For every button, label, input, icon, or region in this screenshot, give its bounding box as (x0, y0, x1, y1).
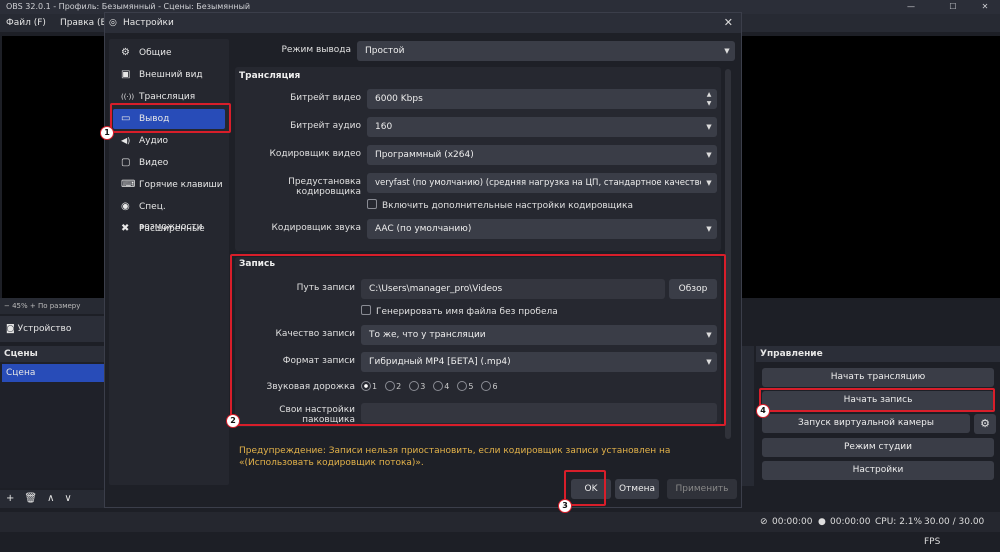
chevron-down-icon: ▼ (706, 123, 712, 131)
close-icon[interactable]: ✕ (724, 13, 733, 33)
cpu-usage: CPU: 2.1% (875, 517, 923, 527)
stream-group-title: Трансляция (239, 71, 301, 81)
checkbox-box[interactable] (367, 199, 377, 209)
menu-edit[interactable]: Правка (E) (60, 18, 110, 28)
settings-button[interactable]: Настройки (762, 461, 994, 480)
virtual-camera-button[interactable]: Запуск виртуальной камеры (762, 414, 970, 433)
gear-icon: ⚙ (121, 47, 130, 58)
speaker-icon: ◀) (121, 136, 131, 145)
stream-status-icon: ⊘ (760, 517, 768, 527)
dialog-titlebar: ◎ Настройки ✕ (105, 13, 741, 33)
scene-item[interactable]: Сцена (2, 364, 104, 382)
sidebar-item-accessibility[interactable]: ◉ Спец. возможности (113, 197, 225, 232)
zoom-bar[interactable]: − 45% + По размеру (0, 298, 110, 314)
camera-icon: ◙ (6, 324, 18, 334)
mixer-scrollbar[interactable] (740, 346, 754, 486)
sidebar-item-hotkeys[interactable]: ⌨ Горячие клавиши (113, 175, 225, 195)
encoder-preset-label: Предустановка кодировщика (288, 177, 361, 197)
appearance-icon: ▣ (121, 69, 131, 80)
apply-button[interactable]: Применить (667, 479, 737, 499)
step-marker-1: 1 (100, 126, 114, 140)
output-mode-select[interactable]: Простой ▼ (357, 41, 735, 61)
chevron-down-icon: ▼ (701, 173, 717, 193)
encoder-preset-select[interactable]: veryfast (по умолчанию) (средняя нагрузк… (367, 173, 717, 193)
step-marker-4: 4 (756, 404, 770, 418)
obs-logo-icon: ◎ (109, 18, 117, 28)
audio-bitrate-label: Битрейт аудио (290, 121, 361, 131)
sidebar-item-advanced[interactable]: ✖ Расширенные (113, 219, 225, 239)
video-bitrate-spinbox[interactable]: 6000 Kbps ▲ ▼ (367, 89, 717, 109)
warning-text: Предупреждение: Записи нельзя приостанов… (239, 446, 671, 468)
sidebar-item-audio[interactable]: ◀) Аудио (113, 131, 225, 151)
rec-time: 00:00:00 (830, 517, 871, 527)
video-bitrate-label: Битрейт видео (290, 93, 361, 103)
minimize-icon[interactable]: — (898, 0, 924, 14)
highlight-start-record (759, 388, 995, 412)
chevron-down-icon: ▼ (724, 47, 730, 55)
fps-readout: 30.00 / 30.00 FPS (924, 517, 985, 547)
spin-arrows-icon[interactable]: ▲ ▼ (701, 89, 717, 109)
highlight-output (110, 103, 231, 133)
scenes-title: Сцены (0, 346, 106, 362)
audio-encoder-select[interactable]: AAC (по умолчанию) ▼ (367, 219, 717, 239)
chevron-up-icon[interactable]: ∧ (47, 493, 54, 504)
advanced-encoder-checkbox[interactable]: Включить дополнительные настройки кодиро… (367, 199, 633, 211)
accessibility-icon: ◉ (121, 201, 130, 212)
studio-mode-button[interactable]: Режим студии (762, 438, 994, 457)
start-stream-button[interactable]: Начать трансляцию (762, 368, 994, 387)
monitor-icon: ▢ (121, 157, 131, 168)
step-marker-3: 3 (558, 499, 572, 513)
close-icon[interactable]: ✕ (972, 0, 998, 14)
trash-icon[interactable]: 🗑 (24, 493, 37, 504)
audio-encoder-label: Кодировщик звука (271, 223, 361, 233)
sidebar-item-general[interactable]: ⚙ Общие (113, 43, 225, 63)
gear-icon[interactable]: ⚙ (974, 414, 996, 434)
scenes-toolbar: + 🗑 ∧ ∨ (0, 490, 106, 508)
output-mode-label: Режим вывода (281, 45, 351, 55)
source-bar[interactable]: ◙ Устройство захвата (0, 316, 106, 360)
maximize-icon[interactable]: ☐ (940, 0, 966, 14)
chevron-down-icon[interactable]: ∨ (64, 493, 71, 504)
audio-bitrate-select[interactable]: 160 ▼ (367, 117, 717, 137)
video-encoder-select[interactable]: Программный (x264) ▼ (367, 145, 717, 165)
keyboard-icon: ⌨ (121, 179, 136, 190)
stream-time: 00:00:00 (772, 517, 813, 527)
status-bar: ⊘ 00:00:00 ● 00:00:00 CPU: 2.1% 30.00 / … (0, 512, 1000, 547)
add-scene-icon[interactable]: + (6, 493, 14, 504)
chevron-down-icon: ▼ (706, 151, 712, 159)
menu-file[interactable]: Файл (F) (6, 18, 46, 28)
obs-window-title: OBS 32.0.1 - Профиль: Безымянный - Сцены… (6, 2, 251, 11)
video-encoder-label: Кодировщик видео (269, 149, 361, 159)
sidebar-item-appearance[interactable]: ▣ Внешний вид (113, 65, 225, 85)
cancel-button[interactable]: Отмена (615, 479, 659, 499)
dialog-title: Настройки (123, 18, 174, 28)
controls-title: Управление (756, 346, 1000, 362)
step-marker-2: 2 (226, 414, 240, 428)
tools-icon: ✖ (121, 223, 130, 234)
sidebar-item-video[interactable]: ▢ Видео (113, 153, 225, 173)
chevron-down-icon: ▼ (706, 225, 712, 233)
rec-status-icon: ● (818, 517, 826, 527)
highlight-record (230, 254, 726, 426)
